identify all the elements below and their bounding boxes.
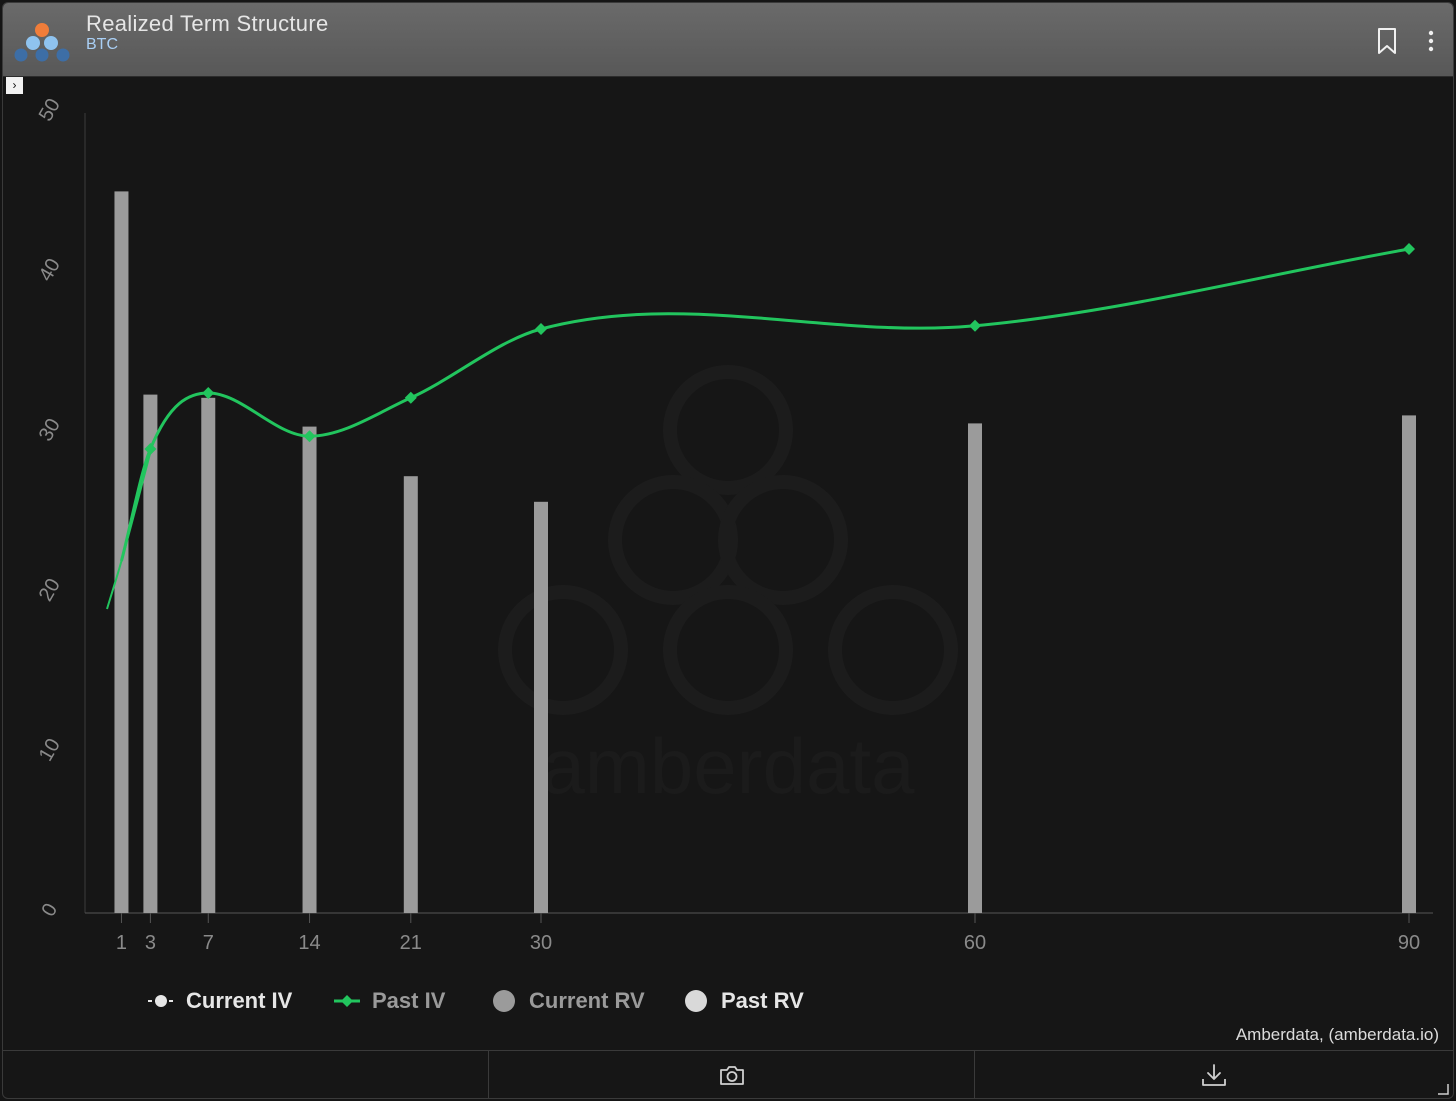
legend-dot bbox=[155, 995, 167, 1007]
y-tick-label: 30 bbox=[35, 415, 65, 445]
past-iv-marker bbox=[535, 323, 547, 335]
x-tick-label: 90 bbox=[1398, 932, 1420, 954]
widget-footer bbox=[3, 1050, 1453, 1098]
legend-diamond bbox=[341, 995, 353, 1007]
legend-dot bbox=[493, 990, 515, 1012]
past-rv-bar bbox=[403, 476, 418, 913]
past-iv-marker bbox=[202, 387, 215, 399]
legend-label: Current RV bbox=[529, 988, 645, 1013]
legend-dot bbox=[685, 990, 707, 1012]
past-rv-bar bbox=[534, 501, 548, 913]
chart-widget: Realized Term Structure BTC › amberdata … bbox=[2, 2, 1454, 1099]
x-tick-label: 7 bbox=[203, 932, 214, 954]
legend-label: Past RV bbox=[721, 988, 804, 1013]
y-tick-label: 50 bbox=[35, 95, 65, 125]
past-rv-bar bbox=[302, 426, 317, 913]
legend-marker bbox=[493, 990, 515, 1012]
download-button[interactable] bbox=[975, 1051, 1453, 1098]
y-tick-label: 40 bbox=[35, 255, 65, 285]
footer-cell-left bbox=[3, 1051, 489, 1098]
y-tick-label: 10 bbox=[35, 735, 65, 765]
x-tick-label: 60 bbox=[964, 932, 986, 954]
past-iv-marker bbox=[969, 319, 981, 332]
past-rv-bar bbox=[114, 191, 129, 913]
legend-marker bbox=[148, 995, 174, 1007]
legend-item[interactable]: Current RV bbox=[489, 985, 645, 1017]
x-tick-label: 30 bbox=[530, 932, 552, 954]
watermark: amberdata bbox=[498, 365, 958, 810]
legend-item[interactable]: Current IV bbox=[146, 985, 292, 1017]
legend-item[interactable]: Past IV bbox=[332, 985, 445, 1017]
legend-label: Current IV bbox=[186, 988, 293, 1013]
chart-credit: Amberdata, (amberdata.io) bbox=[1235, 1025, 1439, 1044]
y-tick-label: 20 bbox=[35, 575, 65, 605]
amberdata-logo-icon bbox=[14, 23, 70, 62]
legend-label: Past IV bbox=[372, 988, 446, 1013]
chart-plot: amberdata 0 10 20 30 40 50 1 3 7 14 21 30 60 90 bbox=[35, 95, 1433, 954]
watermark-text: amberdata bbox=[542, 722, 916, 810]
widget-header: Realized Term Structure BTC bbox=[3, 3, 1453, 77]
x-tick-label: 21 bbox=[400, 932, 422, 954]
legend-item[interactable]: Past RV bbox=[681, 985, 804, 1017]
resize-handle-icon[interactable] bbox=[1437, 1083, 1449, 1095]
camera-icon bbox=[719, 1066, 744, 1085]
past-rv-bar bbox=[1402, 415, 1416, 913]
x-tick-label: 14 bbox=[298, 932, 320, 954]
past-iv-marker bbox=[1403, 243, 1415, 255]
more-vertical-icon[interactable] bbox=[1421, 29, 1441, 55]
past-iv-marker bbox=[404, 391, 417, 404]
legend-marker bbox=[334, 995, 360, 1007]
legend-marker bbox=[685, 990, 707, 1012]
download-icon bbox=[1202, 1064, 1226, 1086]
x-tick-label: 3 bbox=[145, 932, 156, 954]
past-rv-bar bbox=[968, 423, 982, 913]
widget-subtitle: BTC bbox=[86, 36, 118, 53]
bookmark-icon[interactable] bbox=[1375, 27, 1399, 55]
widget-title: Realized Term Structure bbox=[86, 11, 329, 36]
x-tick-label: 1 bbox=[116, 932, 127, 954]
screenshot-button[interactable] bbox=[489, 1051, 975, 1098]
y-tick-label: 0 bbox=[37, 900, 62, 921]
past-rv-bar bbox=[201, 397, 216, 913]
